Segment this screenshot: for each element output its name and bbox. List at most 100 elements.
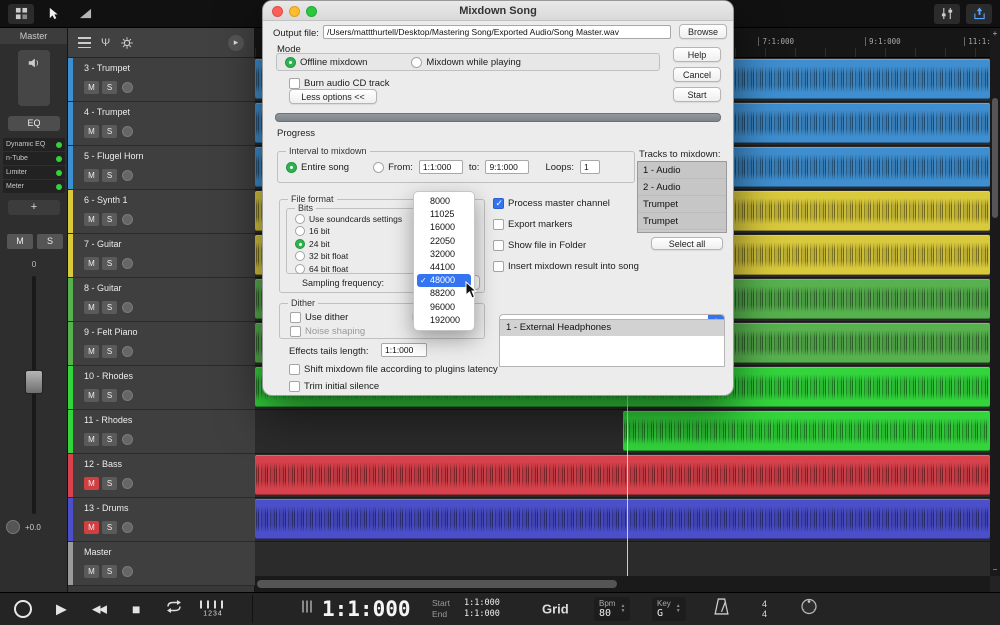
track-mute-button[interactable]: M [84,81,99,94]
track-solo-button[interactable]: S [102,257,117,270]
shift-latency-checkbox[interactable]: Shift mixdown file according to plugins … [289,363,498,375]
track-record-arm-button[interactable] [122,390,133,401]
stepper-down-icon[interactable]: ▼ [620,609,625,614]
track-lane[interactable] [255,410,990,454]
track-row[interactable]: 11 - Rhodes M S [68,410,255,454]
bit-depth-radio[interactable]: 32 bit float [295,251,421,263]
dialog-titlebar[interactable]: Mixdown Song [263,1,733,21]
track-record-arm-button[interactable] [122,566,133,577]
track-solo-button[interactable]: S [102,389,117,402]
vertical-scroll-thumb[interactable] [992,98,998,218]
track-mute-button[interactable]: M [84,521,99,534]
option-checkbox[interactable]: Insert mixdown result into song [493,260,639,272]
select-all-button[interactable]: Select all [651,237,723,250]
track-solo-button[interactable]: S [102,345,117,358]
master-output-widget[interactable] [18,50,50,106]
track-mute-button[interactable]: M [84,433,99,446]
track-record-arm-button[interactable] [122,82,133,93]
key-control[interactable]: Key G ▲▼ [652,597,686,621]
master-fader-track[interactable] [32,276,36,514]
sample-rate-option[interactable]: ✓ 44100 [417,261,471,274]
radio-icon[interactable] [295,214,305,224]
track-mute-button[interactable]: M [84,389,99,402]
track-record-arm-button[interactable] [122,522,133,533]
master-fader-handle[interactable] [25,370,43,394]
sample-rate-option[interactable]: ✓ 48000 [417,274,471,287]
master-record-icon[interactable] [6,520,20,534]
track-list-icon[interactable] [78,37,91,48]
track-solo-button[interactable]: S [102,565,117,578]
master-solo-button[interactable]: S [37,234,63,249]
track-mute-button[interactable]: M [84,565,99,578]
mixer-button[interactable] [934,4,960,24]
checkbox-icon[interactable] [289,381,300,392]
track-row[interactable]: 4 - Trumpet M S [68,102,255,146]
output-file-input[interactable] [323,25,671,39]
track-solo-button[interactable]: S [102,81,117,94]
browse-button[interactable]: Browse [679,24,727,39]
minimize-button[interactable] [289,6,300,17]
mixdown-track-item[interactable]: 1 - Audio [638,162,726,179]
time-display[interactable]: 1:1:000 [322,597,411,621]
track-mute-button[interactable]: M [84,169,99,182]
play-button[interactable]: ▶ [56,601,67,618]
horizontal-scroll-thumb[interactable] [257,580,617,588]
plugin-power-icon[interactable] [56,170,62,176]
track-row[interactable]: 12 - Bass M S [68,454,255,498]
bpm-control[interactable]: Bpm 80 ▲▼ [594,597,630,621]
checkbox-icon[interactable] [289,364,300,375]
track-solo-button[interactable]: S [102,301,117,314]
routing-icon[interactable]: Ψ [101,37,110,49]
bit-depth-radio[interactable]: 24 bit [295,238,421,250]
stepper-down-icon[interactable]: ▼ [676,609,681,614]
cancel-button[interactable]: Cancel [673,67,721,82]
track-row[interactable]: 10 - Rhodes M S [68,366,255,410]
start-value[interactable]: 1:1:000 [464,598,500,609]
checkbox-icon[interactable] [289,78,300,89]
zoom-out-button[interactable]: − [990,564,1000,576]
track-solo-button[interactable]: S [102,169,117,182]
help-button[interactable]: Help [673,47,721,62]
fade-tool-button[interactable] [72,4,98,24]
horizontal-scrollbar[interactable] [255,576,990,592]
track-row[interactable]: 9 - Felt Piano M S [68,322,255,366]
pointer-tool-button[interactable] [40,4,66,24]
checkbox-icon[interactable] [290,312,301,323]
metronome-button[interactable] [714,598,729,620]
share-button[interactable] [966,4,992,24]
from-radio[interactable]: From: [373,161,413,173]
track-record-arm-button[interactable] [122,346,133,357]
jog-knob[interactable] [800,598,818,621]
track-solo-button[interactable]: S [102,125,117,138]
bit-depth-radio[interactable]: 64 bit float [295,263,421,275]
eq-button[interactable]: EQ [8,116,60,131]
rewind-button[interactable]: ◀◀ [92,603,105,616]
sample-rate-option[interactable]: ✓ 96000 [417,301,471,314]
track-lane[interactable] [255,542,990,576]
plugin-slot[interactable]: Meter [3,180,65,193]
sample-rate-option[interactable]: ✓ 16000 [417,221,471,234]
bit-depth-radio[interactable]: Use soundcards settings [295,213,421,225]
radio-icon[interactable] [295,226,305,236]
track-mute-button[interactable]: M [84,301,99,314]
track-solo-button[interactable]: S [102,213,117,226]
sample-rate-option[interactable]: ✓ 32000 [417,248,471,261]
audio-clip[interactable] [623,411,991,451]
track-record-arm-button[interactable] [122,126,133,137]
key-value[interactable]: G [657,608,671,619]
sample-rate-option[interactable]: ✓ 11025 [417,208,471,221]
track-record-arm-button[interactable] [122,478,133,489]
add-plugin-button[interactable]: + [8,200,60,215]
plugin-slot[interactable]: Limiter [3,166,65,179]
track-record-arm-button[interactable] [122,302,133,313]
track-mute-button[interactable]: M [84,125,99,138]
mixdown-track-item[interactable]: Trumpet [638,196,726,213]
zoom-in-button[interactable]: + [990,28,1000,40]
track-solo-button[interactable]: S [102,433,117,446]
sample-rate-option[interactable]: ✓ 22050 [417,235,471,248]
radio-icon[interactable] [286,162,297,173]
track-row[interactable]: 8 - Guitar M S [68,278,255,322]
checkbox-icon[interactable] [493,198,504,209]
radio-icon[interactable] [373,162,384,173]
radio-icon[interactable] [285,57,296,68]
